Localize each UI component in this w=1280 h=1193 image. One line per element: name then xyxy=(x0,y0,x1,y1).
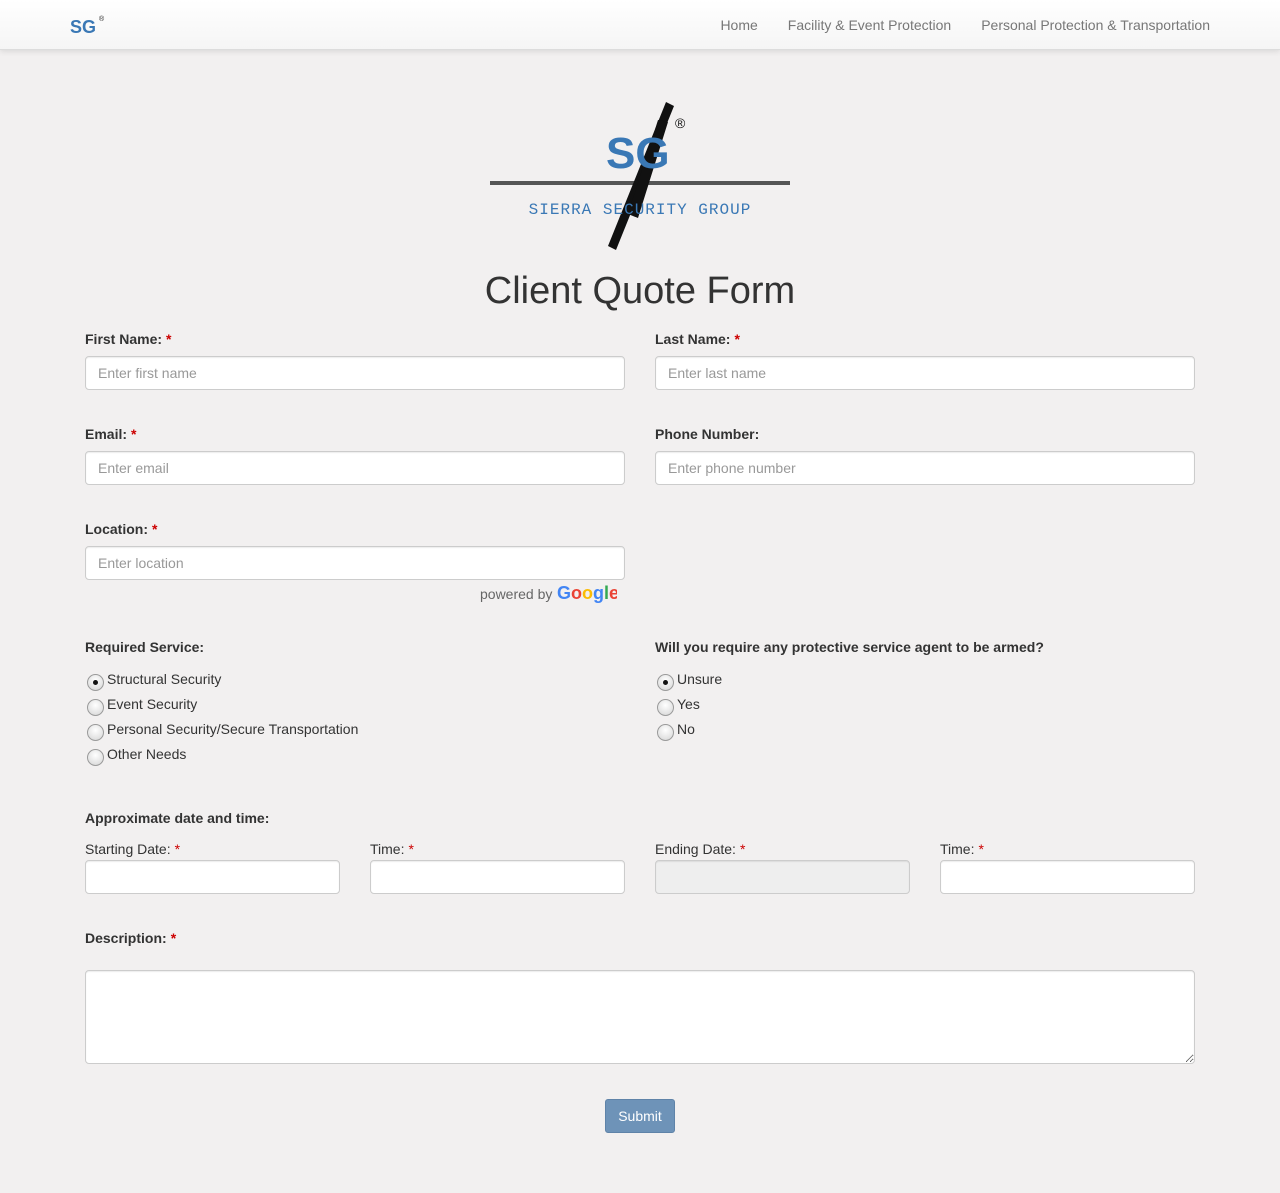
radio-label: Personal Security/Secure Transportation xyxy=(107,721,359,737)
last-name-input[interactable] xyxy=(655,356,1195,390)
top-navbar: SG ® Home Facility & Event Protection Pe… xyxy=(0,0,1280,50)
radio-label: Unsure xyxy=(677,671,723,687)
radio-label: Yes xyxy=(677,696,700,712)
start-date-label: Starting Date: * xyxy=(85,841,181,857)
service-option-structural[interactable]: Structural Security xyxy=(87,668,222,691)
email-input[interactable] xyxy=(85,451,625,485)
radio-button[interactable] xyxy=(657,698,674,716)
svg-text:®: ® xyxy=(99,15,105,23)
start-date-input[interactable] xyxy=(85,860,340,894)
form-title: Client Quote Form xyxy=(484,270,796,312)
radio-label: Structural Security xyxy=(107,671,222,687)
required-marker: * xyxy=(131,426,137,442)
google-logo-icon: Google xyxy=(557,583,617,603)
nav-links: Home Facility & Event Protection Persona… xyxy=(705,0,1225,50)
armed-question-label: Will you require any protective service … xyxy=(655,639,1044,655)
radio-button[interactable] xyxy=(87,748,104,766)
nav-personal-protection-link[interactable]: Personal Protection & Transportation xyxy=(966,0,1225,50)
required-marker: * xyxy=(174,841,181,857)
description-textarea[interactable] xyxy=(85,970,1195,1064)
service-option-event[interactable]: Event Security xyxy=(87,693,198,716)
required-marker: * xyxy=(166,331,172,347)
radio-button[interactable] xyxy=(87,698,104,716)
first-name-input[interactable] xyxy=(85,356,625,390)
required-marker: * xyxy=(978,841,984,857)
radio-button[interactable] xyxy=(87,673,104,691)
svg-text:®: ® xyxy=(675,115,686,131)
required-marker: * xyxy=(734,331,740,347)
required-service-label: Required Service: xyxy=(85,639,205,655)
end-date-input xyxy=(655,860,910,894)
armed-option-unsure[interactable]: Unsure xyxy=(657,668,723,691)
nav-home-link[interactable]: Home xyxy=(705,0,772,50)
submit-button[interactable]: Submit xyxy=(605,1099,675,1133)
armed-option-yes[interactable]: Yes xyxy=(657,693,700,716)
powered-by-google: powered by Google xyxy=(480,583,617,605)
brand-logo[interactable]: SG ® xyxy=(70,14,110,38)
email-label: Email: * xyxy=(85,426,137,442)
required-marker: * xyxy=(739,841,746,857)
radio-button[interactable] xyxy=(87,723,104,741)
service-option-other[interactable]: Other Needs xyxy=(87,743,187,766)
required-marker: * xyxy=(152,521,158,537)
phone-input[interactable] xyxy=(655,451,1195,485)
required-marker: * xyxy=(170,930,177,946)
radio-label: Event Security xyxy=(107,696,198,712)
start-time-label: Time: * xyxy=(370,841,414,857)
svg-text:SG: SG xyxy=(70,17,96,37)
description-label: Description: * xyxy=(85,930,177,946)
end-date-label: Ending Date: * xyxy=(655,841,746,857)
svg-text:Google: Google xyxy=(557,583,617,603)
powered-by-text: powered by xyxy=(480,586,553,602)
datetime-heading: Approximate date and time: xyxy=(85,810,270,826)
end-time-input[interactable] xyxy=(940,860,1195,894)
service-option-personal[interactable]: Personal Security/Secure Transportation xyxy=(87,718,359,741)
radio-button[interactable] xyxy=(657,723,674,741)
svg-text:SIERRA SECURITY GROUP: SIERRA SECURITY GROUP xyxy=(529,201,752,219)
company-logo: SG ® SIERRA SECURITY GROUP xyxy=(490,102,790,250)
start-time-input[interactable] xyxy=(370,860,625,894)
radio-button[interactable] xyxy=(657,673,674,691)
svg-text:SG: SG xyxy=(606,129,670,178)
phone-label: Phone Number: xyxy=(655,426,760,442)
location-input[interactable] xyxy=(85,546,625,580)
last-name-label: Last Name: * xyxy=(655,331,740,347)
radio-label: No xyxy=(677,721,695,737)
radio-label: Other Needs xyxy=(107,746,187,762)
location-label: Location: * xyxy=(85,521,158,537)
first-name-label: First Name: * xyxy=(85,331,172,347)
end-time-label: Time: * xyxy=(940,841,984,857)
nav-facility-event-link[interactable]: Facility & Event Protection xyxy=(773,0,966,50)
armed-option-no[interactable]: No xyxy=(657,718,695,741)
required-marker: * xyxy=(408,841,414,857)
